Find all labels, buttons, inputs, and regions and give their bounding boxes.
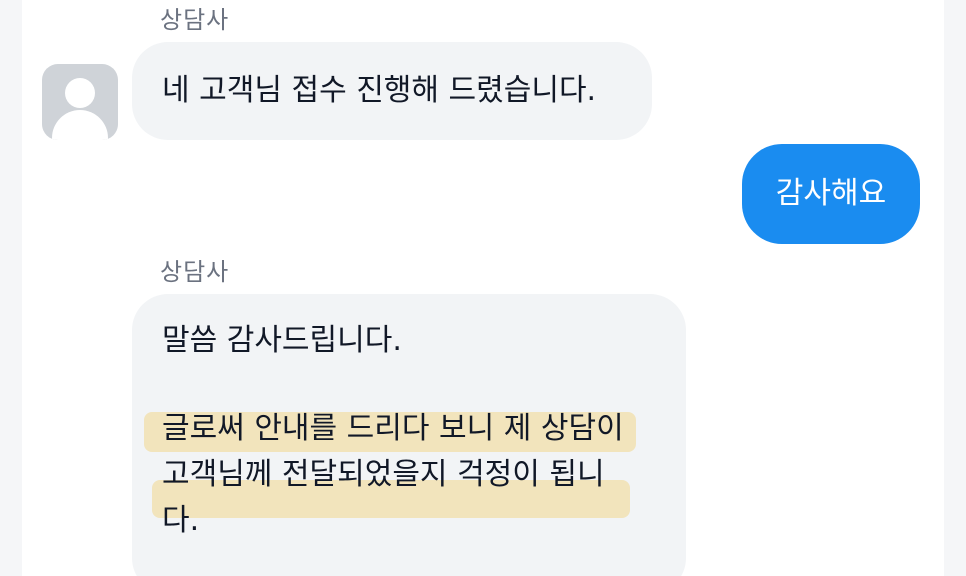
avatar-head (65, 78, 95, 108)
user-message-bubble[interactable]: 감사해요 (742, 144, 920, 244)
message-line: 고객님께 전달되었을지 걱정이 됩니 (162, 457, 605, 492)
agent-name: 상담사 (160, 6, 230, 34)
agent-message-bubble[interactable]: 네 고객님 접수 진행해 드렸습니다. (132, 42, 652, 140)
left-gutter (0, 0, 22, 576)
message-line: 다. (162, 503, 200, 538)
right-gutter (944, 0, 966, 576)
agent-message-bubble[interactable]: 말씀 감사드립니다. 글로써 안내를 드리다 보니 제 상담이 고객님께 전달되… (132, 294, 686, 576)
message-line: 글로써 안내를 드리다 보니 제 상담이 (162, 411, 624, 446)
highlighted-text-block: 글로써 안내를 드리다 보니 제 상담이 고객님께 전달되었을지 걱정이 됩니 … (144, 406, 656, 544)
message-text: 네 고객님 접수 진행해 드렸습니다. (162, 73, 597, 108)
chat-window: 상담사 네 고객님 접수 진행해 드렸습니다. 감사해요 상담사 말씀 감사드립… (0, 0, 966, 576)
message-text: 감사해요 (775, 176, 887, 211)
avatar-body (52, 110, 108, 140)
default-user-avatar-icon[interactable] (42, 64, 118, 140)
agent-name: 상담사 (160, 258, 230, 286)
message-line: 말씀 감사드립니다. (162, 323, 402, 358)
